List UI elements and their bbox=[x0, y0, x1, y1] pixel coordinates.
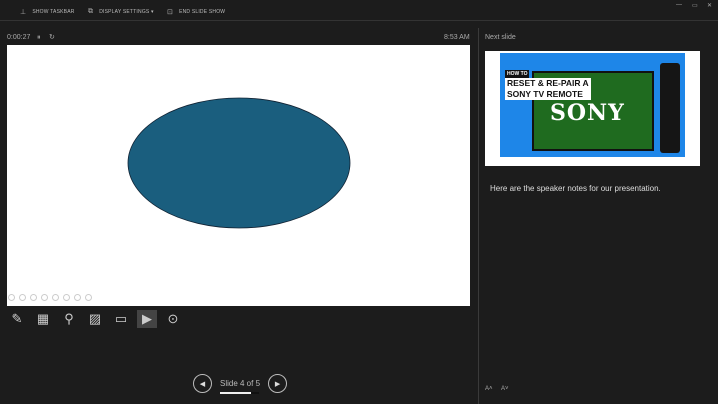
display-icon: ⧉ bbox=[88, 8, 94, 15]
elapsed-timer: 0:00:27 bbox=[7, 34, 31, 41]
display-settings-button[interactable]: ⧉ DISPLAY SETTINGS ▾ bbox=[88, 8, 154, 16]
black-screen-icon[interactable]: ▨ bbox=[85, 310, 105, 328]
minimize-button[interactable]: — bbox=[676, 2, 682, 8]
subtitles-icon[interactable]: ▭ bbox=[111, 310, 131, 328]
reset-timer-button[interactable]: ↻ bbox=[49, 33, 55, 41]
pane-divider[interactable] bbox=[478, 28, 479, 404]
see-all-slides-icon[interactable]: ▦ bbox=[33, 310, 53, 328]
slide-mini-toolbar bbox=[8, 294, 92, 301]
pause-timer-button[interactable]: ⏸ bbox=[37, 34, 41, 42]
current-slide[interactable] bbox=[7, 45, 470, 306]
taskbar-icon: ⊥ bbox=[20, 9, 27, 16]
speaker-notes[interactable]: Here are the speaker notes for our prese… bbox=[490, 184, 661, 193]
next-slide-image: HOW TO RESET & RE-PAIR A SONY TV REMOTE S… bbox=[500, 53, 685, 157]
remote-graphic bbox=[660, 63, 680, 153]
next-slide-preview[interactable]: HOW TO RESET & RE-PAIR A SONY TV REMOTE S… bbox=[485, 51, 700, 166]
end-show-icon: ⊡ bbox=[167, 9, 174, 16]
presenter-tools: ✎ ▦ ⚲ ▨ ▭ ▶ ⊙ bbox=[7, 310, 183, 328]
zoom-icon[interactable]: ⚲ bbox=[59, 310, 79, 328]
next-slide-button[interactable]: ▶ bbox=[268, 374, 288, 393]
ellipse-shape bbox=[127, 97, 351, 229]
increase-font-button[interactable]: A˄ bbox=[485, 386, 493, 392]
close-button[interactable]: ✕ bbox=[707, 2, 712, 9]
decrease-font-button[interactable]: A˅ bbox=[501, 386, 509, 392]
previous-slide-button[interactable]: ◀ bbox=[193, 374, 212, 393]
next-slide-label: Next slide bbox=[485, 34, 516, 41]
more-options-icon[interactable]: ⊙ bbox=[163, 310, 183, 328]
end-slide-show-button[interactable]: ⊡ END SLIDE SHOW bbox=[167, 8, 225, 16]
camera-icon[interactable]: ▶ bbox=[137, 310, 157, 328]
show-taskbar-button[interactable]: ⊥ SHOW TASKBAR bbox=[20, 8, 75, 16]
slide-progress bbox=[220, 392, 259, 394]
slide-navigation: ◀ Slide 4 of 5 ▶ bbox=[193, 374, 288, 394]
restore-button[interactable]: ▭ bbox=[692, 2, 698, 9]
clock: 8:53 AM bbox=[444, 34, 470, 41]
slide-counter[interactable]: Slide 4 of 5 bbox=[220, 379, 260, 388]
pen-icon[interactable]: ✎ bbox=[7, 310, 27, 328]
